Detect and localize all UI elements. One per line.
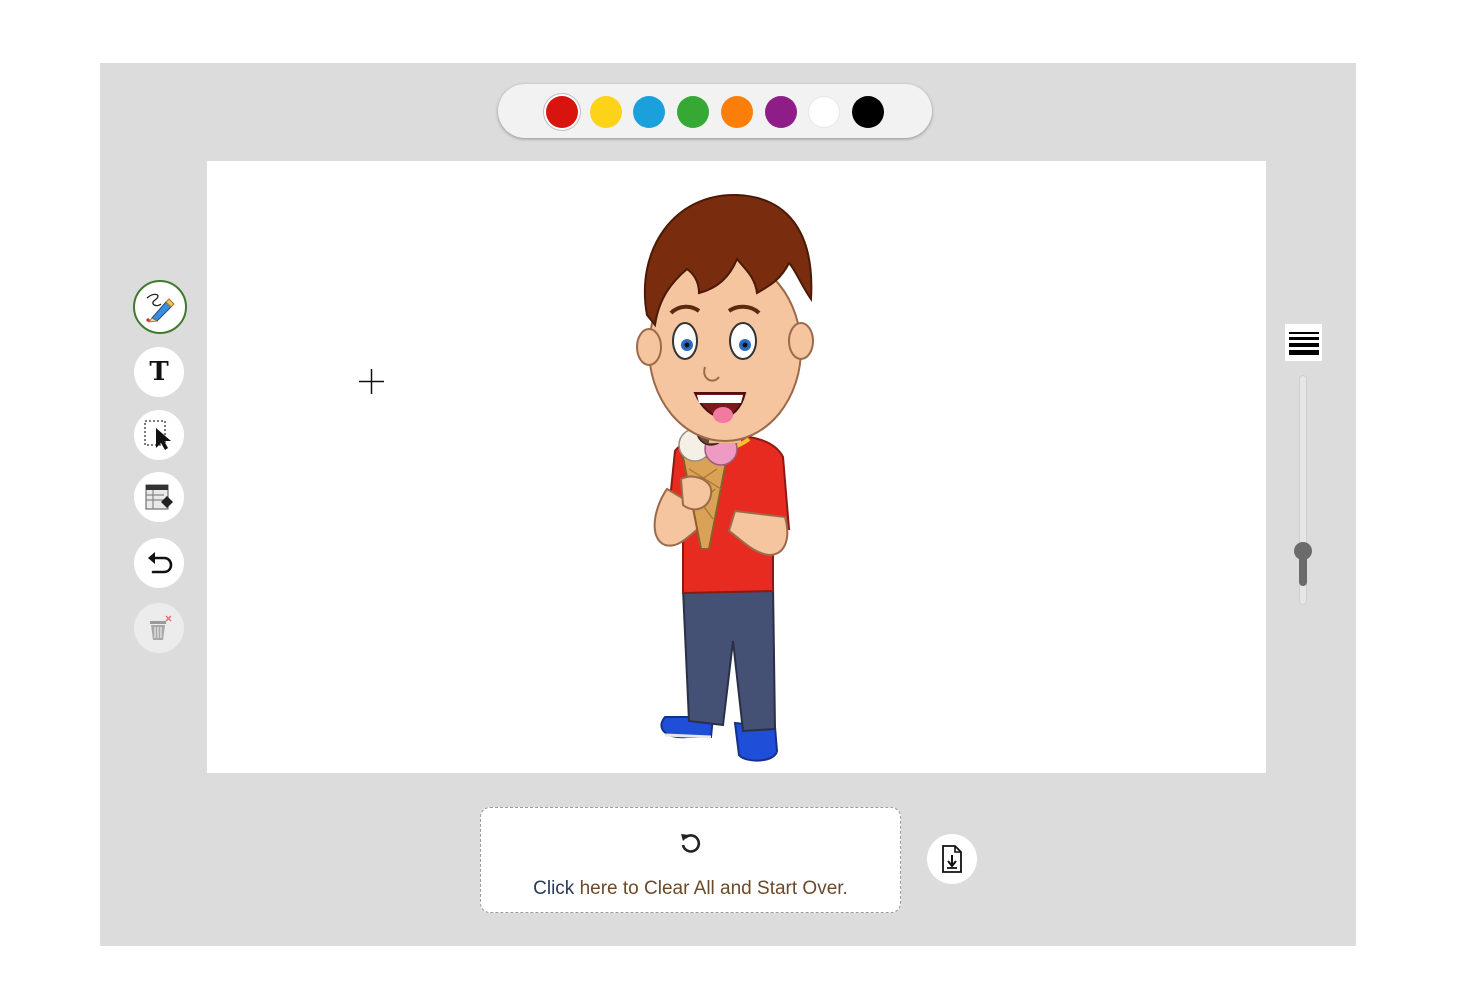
crosshair-cursor-icon [359,369,384,394]
boy-with-ice-cream-image [636,193,814,762]
drawing-canvas[interactable] [207,161,1266,773]
color-swatch-red[interactable] [546,96,578,128]
color-swatch-orange[interactable] [721,96,753,128]
trash-icon [150,615,172,640]
undo-tool-button[interactable] [134,538,184,588]
color-swatch-black[interactable] [852,96,884,128]
color-palette [498,84,932,138]
select-pointer-icon [144,420,171,450]
clear-all-label: Click here to Clear All and Start Over. [533,878,848,899]
eraser-tool-button[interactable] [134,472,184,522]
eraser-icon [145,484,173,510]
color-swatch-blue[interactable] [633,96,665,128]
download-button[interactable] [927,834,977,884]
brush-size-slider-thumb[interactable] [1294,542,1312,586]
download-file-icon [942,845,962,873]
color-swatch-white[interactable] [808,96,840,128]
pencil-tool-button[interactable] [133,280,187,334]
color-swatch-yellow[interactable] [590,96,622,128]
line-thickness-icon [1288,331,1319,355]
clear-all-button[interactable]: Click here to Clear All and Start Over. [480,807,901,913]
reset-icon [681,834,701,853]
color-swatch-purple[interactable] [765,96,797,128]
color-swatch-green[interactable] [677,96,709,128]
text-icon: T [149,357,169,387]
text-tool-button[interactable]: T [134,347,184,397]
brush-size-button[interactable] [1285,324,1322,361]
delete-tool-button[interactable] [134,603,184,653]
pencil-icon [146,293,175,323]
select-tool-button[interactable] [134,410,184,460]
drawing-app: T Click here to Clear All and Start Over… [100,63,1356,946]
undo-icon [148,552,173,574]
